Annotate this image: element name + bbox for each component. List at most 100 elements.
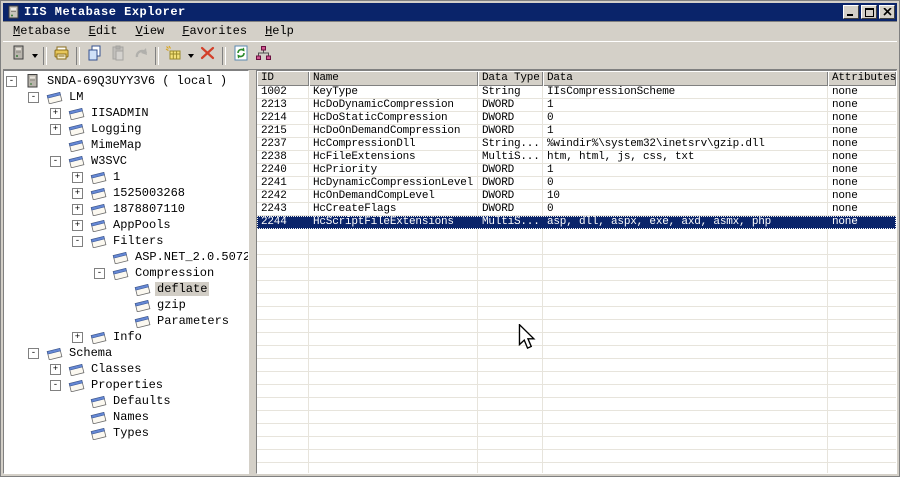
cell-attributes: none <box>828 138 896 151</box>
tree-item[interactable]: Parameters <box>4 313 248 329</box>
tree-toggle[interactable]: + <box>72 203 83 215</box>
print-button[interactable] <box>50 45 73 67</box>
tree-item[interactable]: Defaults <box>4 393 248 409</box>
cell-name: HcScriptFileExtensions <box>309 216 478 229</box>
tree-item[interactable]: - LM <box>4 89 248 105</box>
table-row[interactable]: 2237 HcCompressionDll String... %windir%… <box>257 138 896 151</box>
column-header-data[interactable]: Data <box>543 71 828 86</box>
table-row[interactable]: 2215 HcDoOnDemandCompression DWORD 1 non… <box>257 125 896 138</box>
undo-button[interactable] <box>129 45 152 67</box>
tree-item[interactable]: + Classes <box>4 361 248 377</box>
menu-item[interactable]: View <box>126 22 173 40</box>
connect-button[interactable] <box>6 45 29 67</box>
tree-item[interactable]: - SNDA-69Q3UYY3V6 ( local ) <box>4 73 248 89</box>
table-row[interactable]: 2243 HcCreateFlags DWORD 0 none <box>257 203 896 216</box>
metabase-tree-panel: - SNDA-69Q3UYY3V6 ( local ) - LM + IISAD… <box>3 70 249 474</box>
metabase-key-icon <box>46 346 63 361</box>
tree-item[interactable]: Names <box>4 409 248 425</box>
tree-item[interactable]: + IISADMIN <box>4 105 248 121</box>
panel-splitter[interactable] <box>249 70 256 474</box>
tree-item[interactable]: - W3SVC <box>4 153 248 169</box>
tree-toggle[interactable]: + <box>50 363 61 375</box>
cell-id: 2240 <box>257 164 309 177</box>
tree-toggle[interactable]: + <box>50 107 61 119</box>
refresh-button[interactable] <box>229 45 252 67</box>
tree-toggle[interactable]: + <box>72 171 83 183</box>
cell-data-type: DWORD <box>478 164 543 177</box>
delete-x-icon <box>200 45 216 66</box>
minimize-button[interactable] <box>843 5 859 19</box>
tree-item[interactable]: - Compression <box>4 265 248 281</box>
menu-bar: Metabase Edit View Favorites Help <box>3 21 897 42</box>
cell-attributes: none <box>828 190 896 203</box>
cell-name: HcDoStaticCompression <box>309 112 478 125</box>
metabase-key-icon <box>134 298 151 313</box>
tree-toggle[interactable]: + <box>72 219 83 231</box>
tree-item[interactable]: + Info <box>4 329 248 345</box>
tree-item[interactable]: + 1878807110 <box>4 201 248 217</box>
copy-button[interactable] <box>83 45 106 67</box>
delete-button[interactable] <box>196 45 219 67</box>
table-row[interactable]: 2241 HcDynamicCompressionLevel DWORD 0 n… <box>257 177 896 190</box>
tree-toggle[interactable]: - <box>6 75 17 87</box>
tree-item[interactable]: - Properties <box>4 377 248 393</box>
metabase-key-icon <box>90 410 107 425</box>
menu-item[interactable]: Edit <box>80 22 127 40</box>
tree-toggle[interactable]: - <box>94 267 105 279</box>
cell-id: 1002 <box>257 86 309 99</box>
menu-item[interactable]: Metabase <box>4 22 80 40</box>
column-header-id[interactable]: ID <box>257 71 309 86</box>
tree-item[interactable]: + 1 <box>4 169 248 185</box>
paste-button[interactable] <box>106 45 129 67</box>
tree-toggle[interactable]: + <box>50 123 61 135</box>
tree-item[interactable]: Types <box>4 425 248 441</box>
new-key-button[interactable] <box>162 45 185 67</box>
tree-toggle[interactable]: - <box>28 347 39 359</box>
table-row[interactable]: 2242 HcOnDemandCompLevel DWORD 10 none <box>257 190 896 203</box>
tree-item[interactable]: + 1525003268 <box>4 185 248 201</box>
tree-item-label: IISADMIN <box>91 106 149 120</box>
tree-view-button[interactable] <box>252 45 275 67</box>
tree-item[interactable]: + AppPools <box>4 217 248 233</box>
tree-item[interactable]: - Filters <box>4 233 248 249</box>
menu-item[interactable]: Help <box>256 22 303 40</box>
table-row[interactable]: 2244 HcScriptFileExtensions MultiS... as… <box>257 216 896 229</box>
table-row[interactable]: 2240 HcPriority DWORD 1 none <box>257 164 896 177</box>
tree-item[interactable]: + Logging <box>4 121 248 137</box>
cell-attributes: none <box>828 203 896 216</box>
menu-item[interactable]: Favorites <box>173 22 256 40</box>
table-row[interactable]: 2214 HcDoStaticCompression DWORD 0 none <box>257 112 896 125</box>
column-header-data-type[interactable]: Data Type <box>478 71 543 86</box>
metabase-key-icon <box>90 234 107 249</box>
cell-data-type: DWORD <box>478 99 543 112</box>
connect-dropdown-arrow[interactable] <box>29 45 40 67</box>
tree-item[interactable]: gzip <box>4 297 248 313</box>
tree-toggle[interactable]: - <box>72 235 83 247</box>
column-header-attributes[interactable]: Attributes <box>828 71 896 86</box>
table-row[interactable]: 2238 HcFileExtensions MultiS... htm, htm… <box>257 151 896 164</box>
column-header-name[interactable]: Name <box>309 71 478 86</box>
tree-toggle[interactable]: + <box>72 331 83 343</box>
tree-item[interactable]: - Schema <box>4 345 248 361</box>
close-button[interactable] <box>879 5 895 19</box>
new-key-dropdown-arrow[interactable] <box>185 45 196 67</box>
cell-data: %windir%\system32\inetsrv\gzip.dll <box>543 138 828 151</box>
metabase-key-icon <box>68 138 85 153</box>
tree-toggle[interactable]: - <box>50 379 61 391</box>
metabase-key-icon <box>90 186 107 201</box>
tree-item[interactable]: ASP.NET_2.0.50727.0 <box>4 249 248 265</box>
tree-toggle[interactable]: - <box>50 155 61 167</box>
metabase-key-icon <box>90 170 107 185</box>
tree-item[interactable]: deflate <box>4 281 248 297</box>
tree-item-label: Schema <box>69 346 113 360</box>
tree-toggle[interactable]: - <box>28 91 39 103</box>
tree-item[interactable]: MimeMap <box>4 137 248 153</box>
metabase-key-icon <box>90 330 107 345</box>
tree-toggle[interactable]: + <box>72 187 83 199</box>
table-row[interactable]: 2213 HcDoDynamicCompression DWORD 1 none <box>257 99 896 112</box>
tree-item-label: AppPools <box>113 218 171 232</box>
table-row[interactable]: 1002 KeyType String IIsCompressionScheme… <box>257 86 896 99</box>
cell-name: KeyType <box>309 86 478 99</box>
cell-id: 2214 <box>257 112 309 125</box>
maximize-button[interactable] <box>861 5 877 19</box>
